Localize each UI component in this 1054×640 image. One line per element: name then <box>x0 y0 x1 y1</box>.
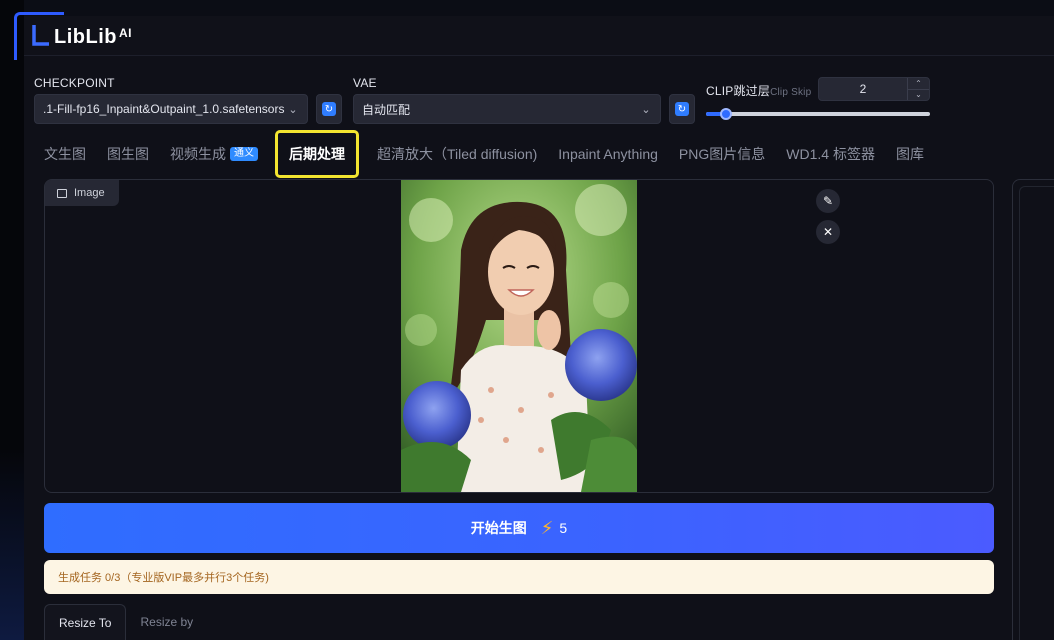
tongyi-badge: 通义 <box>230 147 258 161</box>
tab-postprocess[interactable]: 后期处理 <box>275 130 359 178</box>
checkpoint-select[interactable]: .1-Fill-fp16_Inpaint&Outpaint_1.0.safete… <box>34 94 308 124</box>
tab-resize-to[interactable]: Resize To <box>44 604 127 640</box>
clip-skip-value: 2 <box>859 82 867 96</box>
checkpoint-label: CHECKPOINT <box>34 76 115 90</box>
tab-label: 超清放大（Tiled diffusion) <box>377 146 538 162</box>
clip-skip-label: CLIP跳过层Clip Skip <box>706 82 811 99</box>
image-icon <box>57 188 67 198</box>
task-status-text: 生成任务 0/3（专业版VIP最多并行3个任务) <box>58 572 269 584</box>
uploaded-photo <box>401 180 637 492</box>
refresh-icon: ↻ <box>322 102 336 116</box>
task-status-bar: 生成任务 0/3（专业版VIP最多并行3个任务) <box>44 560 994 594</box>
vae-select[interactable]: 自动匹配 ⌄ <box>353 94 661 124</box>
generate-cost: 5 <box>559 520 568 536</box>
refresh-icon: ↻ <box>675 102 689 116</box>
tab-png-info[interactable]: PNG图片信息 <box>679 144 765 164</box>
tab-label: 图生图 <box>107 146 149 162</box>
tab-img2img[interactable]: 图生图 <box>107 144 149 164</box>
tab-label: Resize To <box>59 615 112 630</box>
clip-skip-sublabel: Clip Skip <box>770 87 812 98</box>
clip-skip-slider[interactable] <box>706 108 930 120</box>
image-chip: Image <box>45 180 119 206</box>
logo-sup: AI <box>118 26 132 40</box>
edit-button[interactable]: ✎ <box>816 189 840 213</box>
top-bar <box>24 16 1054 56</box>
lightning-icon: ⚡ <box>540 517 554 538</box>
chevron-down-icon: ⌄ <box>288 104 298 116</box>
image-upload-panel[interactable]: Image ✎ ✕ <box>44 179 994 493</box>
tab-label: Resize by <box>140 615 194 629</box>
chevron-up-icon[interactable]: ⌃ <box>908 78 929 90</box>
generate-label: 开始生图 <box>470 520 527 536</box>
function-tabs: 文生图 图生图 视频生成 通义 后期处理 超清放大（Tiled diffusion… <box>44 130 945 178</box>
resize-tabs: Resize To Resize by <box>44 604 207 640</box>
vae-label: VAE <box>353 76 377 90</box>
chevron-down-icon[interactable]: ⌄ <box>908 90 929 101</box>
vae-value: 自动匹配 <box>362 102 411 117</box>
tab-label: 后期处理 <box>289 146 345 162</box>
output-panel <box>1012 179 1054 640</box>
tab-label: Inpaint Anything <box>558 146 658 162</box>
tab-label: 图库 <box>895 146 924 162</box>
clip-skip-stepper[interactable]: 2 ⌃ ⌄ <box>818 77 930 101</box>
clip-skip-title: CLIP跳过层 <box>706 84 771 98</box>
clear-button[interactable]: ✕ <box>816 220 840 244</box>
chevron-down-icon: ⌄ <box>641 104 651 116</box>
tab-video[interactable]: 视频生成 通义 <box>170 144 258 164</box>
left-gutter <box>0 0 24 640</box>
stepper-arrows[interactable]: ⌃ ⌄ <box>907 78 929 100</box>
logo-icon <box>32 25 49 46</box>
tab-label: PNG图片信息 <box>678 146 766 162</box>
app-logo[interactable]: LibLib AI <box>54 26 132 49</box>
tab-label: 视频生成 <box>170 146 226 162</box>
checkpoint-value: .1-Fill-fp16_Inpaint&Outpaint_1.0.safete… <box>43 102 285 116</box>
tab-label: WD1.4 标签器 <box>786 146 875 162</box>
tab-wd14-tagger[interactable]: WD1.4 标签器 <box>786 144 875 164</box>
image-chip-label: Image <box>74 187 105 199</box>
main-area: CHECKPOINT .1-Fill-fp16_Inpaint&Outpaint… <box>24 56 1054 640</box>
checkpoint-refresh-button[interactable]: ↻ <box>316 94 342 124</box>
generate-button[interactable]: 开始生图 ⚡ 5 <box>44 503 994 553</box>
tab-label: 文生图 <box>44 146 86 162</box>
slider-thumb[interactable] <box>720 108 733 120</box>
tab-inpaint-anything[interactable]: Inpaint Anything <box>558 146 658 162</box>
pencil-icon: ✎ <box>822 194 834 208</box>
vae-refresh-button[interactable]: ↻ <box>669 94 695 124</box>
tab-tiled-diffusion[interactable]: 超清放大（Tiled diffusion) <box>377 144 537 164</box>
portrait-image <box>401 180 637 492</box>
tab-gallery[interactable]: 图库 <box>896 144 924 164</box>
close-icon: ✕ <box>822 225 834 239</box>
logo-text: LibLib <box>54 26 117 48</box>
tab-txt2img[interactable]: 文生图 <box>44 144 86 164</box>
tab-resize-by[interactable]: Resize by <box>126 604 207 640</box>
output-panel-inner <box>1019 186 1054 640</box>
